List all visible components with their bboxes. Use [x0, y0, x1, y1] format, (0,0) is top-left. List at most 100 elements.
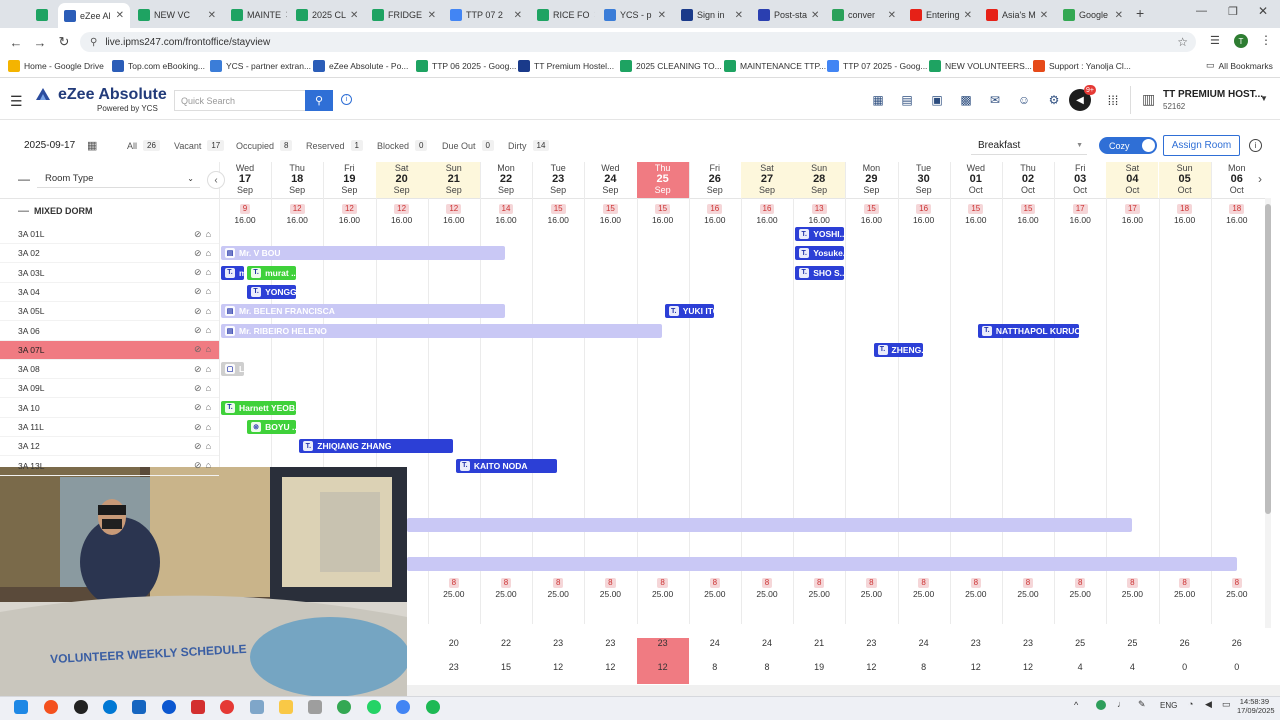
availability-cell-type2[interactable]: 8 25.00 [793, 577, 845, 599]
booking-bar[interactable]: T.YONGG... [247, 284, 297, 299]
housekeeping-icon[interactable]: ⌂ [206, 248, 215, 258]
status-filter-occupied[interactable]: Occupied 8 [236, 140, 293, 151]
close-tab-icon[interactable]: ✕ [350, 10, 358, 21]
browser-tab[interactable]: Post-sta ✕ [752, 4, 824, 26]
close-tab-icon[interactable]: ✕ [594, 10, 595, 21]
date-column-header[interactable]: Mon 29 Sep [845, 162, 897, 198]
close-tab-icon[interactable]: ✕ [964, 10, 972, 21]
browser-tab[interactable]: RICE FO ✕ [531, 4, 595, 26]
hotel-name[interactable]: TT PREMIUM HOST... [1163, 89, 1263, 100]
info-icon[interactable]: i [341, 94, 352, 105]
no-smoking-icon[interactable]: ⊘ [194, 325, 206, 335]
availability-cell[interactable]: 18 16.00 [1159, 203, 1211, 225]
forward-icon[interactable]: → [30, 32, 50, 52]
housekeeping-icon[interactable]: ⌂ [206, 325, 215, 335]
no-smoking-icon[interactable]: ⊘ [194, 344, 206, 354]
no-smoking-icon[interactable]: ⊘ [194, 383, 206, 393]
date-column-header[interactable]: Thu 02 Oct [1002, 162, 1054, 198]
availability-cell-type2[interactable]: 8 25.00 [1054, 577, 1106, 599]
volume-icon[interactable]: ◀ [1205, 699, 1212, 710]
housekeeping-icon[interactable]: ⌂ [206, 286, 215, 296]
minimize-icon[interactable]: — [1196, 5, 1207, 17]
back-icon[interactable]: ← [6, 32, 26, 52]
availability-cell[interactable]: 15 16.00 [1002, 203, 1054, 225]
store-icon[interactable] [132, 700, 146, 714]
room-type-select[interactable]: Room Type ⌄ [37, 170, 200, 188]
booking-bar[interactable]: T. KAITO NODA [455, 458, 558, 473]
browser-tab[interactable]: 2025 CL ✕ [290, 4, 364, 26]
booking-bar[interactable]: ⊚ BOYU ... [247, 420, 297, 434]
chrome-profile-icon[interactable] [396, 700, 410, 714]
new-tab-icon[interactable]: + [1136, 5, 1144, 21]
availability-cell[interactable]: 15 16.00 [950, 203, 1002, 225]
availability-cell[interactable]: 16 16.00 [898, 203, 950, 225]
booking-bar[interactable]: ▤ Mr. V BOU [221, 246, 506, 261]
vertical-scrollbar[interactable] [1265, 198, 1271, 628]
bookmark-item[interactable]: YCS - partner extran... [210, 60, 311, 72]
no-smoking-icon[interactable]: ⊘ [194, 229, 206, 239]
room-row[interactable]: 3A 06 ⊘⌂ [0, 322, 219, 341]
meal-select[interactable]: Breakfast ▼ [971, 136, 1087, 155]
availability-cell[interactable]: 17 16.00 [1054, 203, 1106, 225]
reload-icon[interactable]: ↻ [54, 32, 74, 52]
availability-cell-type2[interactable]: 8 25.00 [428, 577, 480, 599]
long-booking-bar[interactable] [406, 518, 1133, 532]
room-row[interactable]: 3A 08 ⊘⌂ [0, 360, 219, 380]
no-smoking-icon[interactable]: ⊘ [194, 402, 206, 412]
close-window-icon[interactable]: ✕ [1258, 4, 1268, 18]
availability-cell[interactable]: 16 16.00 [741, 203, 793, 225]
date-column-header[interactable]: Sun 05 Oct [1158, 162, 1211, 198]
no-smoking-icon[interactable]: ⊘ [194, 460, 206, 470]
close-tab-icon[interactable]: ✕ [1040, 10, 1048, 21]
bookmark-item[interactable]: TT Premium Hostel... [518, 60, 614, 72]
availability-cell[interactable]: 15 16.00 [584, 203, 636, 225]
housekeeping-icon[interactable]: ⌂ [206, 344, 215, 354]
bookmark-star-icon[interactable]: ☆ [1177, 35, 1188, 49]
date-column-header[interactable]: Wed 17 Sep [219, 162, 271, 198]
no-smoking-icon[interactable]: ⊘ [194, 441, 206, 451]
apps-grid-icon[interactable]: ⁞⁞⁞ [1106, 93, 1120, 108]
date-column-header[interactable]: Sun 21 Sep [427, 162, 480, 198]
housekeeping-icon[interactable]: ⌂ [206, 306, 215, 316]
room-row[interactable]: 3A 11L ⊘⌂ [0, 418, 219, 437]
availability-cell-type2[interactable]: 8 25.00 [1106, 577, 1158, 599]
browser-menu-icon[interactable]: ⋮ [1260, 33, 1272, 47]
availability-cell[interactable]: 9 16.00 [219, 203, 271, 225]
prev-dates-icon[interactable]: ‹ [207, 171, 225, 189]
status-filter-reserved[interactable]: Reserved 1 [306, 140, 363, 151]
clipboard-icon[interactable] [308, 700, 322, 714]
bookmark-item[interactable]: TTP 07 2025 - Goog... [827, 60, 927, 72]
availability-cell[interactable]: 15 16.00 [845, 203, 897, 225]
record-icon[interactable] [220, 700, 234, 714]
browser-tab[interactable]: eZee Al ✕ [58, 3, 130, 28]
close-tab-icon[interactable]: ✕ [208, 10, 216, 21]
browser-tab[interactable]: Google ✕ [1057, 4, 1129, 26]
tools-icon[interactable] [250, 700, 264, 714]
settings-icon[interactable]: ⚙ [1047, 93, 1061, 107]
availability-cell-type2[interactable]: 8 25.00 [898, 577, 950, 599]
room-row[interactable]: 3A 12 ⊘⌂ [0, 437, 219, 457]
wifi-icon[interactable]: ◔ [1188, 699, 1193, 709]
availability-cell-type2[interactable]: 8 25.00 [480, 577, 532, 599]
rates-icon[interactable]: ▩ [959, 93, 973, 107]
browser-tab[interactable]: MAINTE✕ [225, 4, 287, 26]
room-row[interactable]: 3A 07L ⊘⌂ [0, 340, 219, 360]
reading-list-icon[interactable]: ☰ [1210, 34, 1220, 47]
availability-cell[interactable]: 12 16.00 [428, 203, 480, 225]
booking-bar[interactable]: T.YUKI ITO [664, 304, 714, 319]
bookmark-item[interactable]: Home - Google Drive [8, 60, 104, 72]
booking-bar[interactable]: ▢ L [221, 362, 245, 377]
date-column-header[interactable]: Tue 30 Sep [898, 162, 950, 198]
room-row[interactable]: 3A 10 ⊘⌂ [0, 399, 219, 418]
whatsapp-icon[interactable] [367, 700, 381, 714]
close-tab-icon[interactable]: ✕ [514, 10, 522, 21]
browser-tab[interactable]: Sign in ✕ [675, 4, 749, 26]
housekeeping-icon[interactable]: ⌂ [206, 441, 215, 451]
availability-cell[interactable]: 16 16.00 [689, 203, 741, 225]
booking-bar[interactable]: T.Yosuke... [795, 246, 845, 261]
housekeeping-icon[interactable]: ⌂ [206, 402, 215, 412]
browser-tab[interactable]: ✕ [30, 4, 54, 26]
date-column-header[interactable]: Sat 04 Oct [1106, 162, 1159, 198]
calendar-add-icon[interactable]: ▦ [871, 93, 885, 107]
bookmark-item[interactable]: NEW VOLUNTEERS... [929, 60, 1032, 72]
